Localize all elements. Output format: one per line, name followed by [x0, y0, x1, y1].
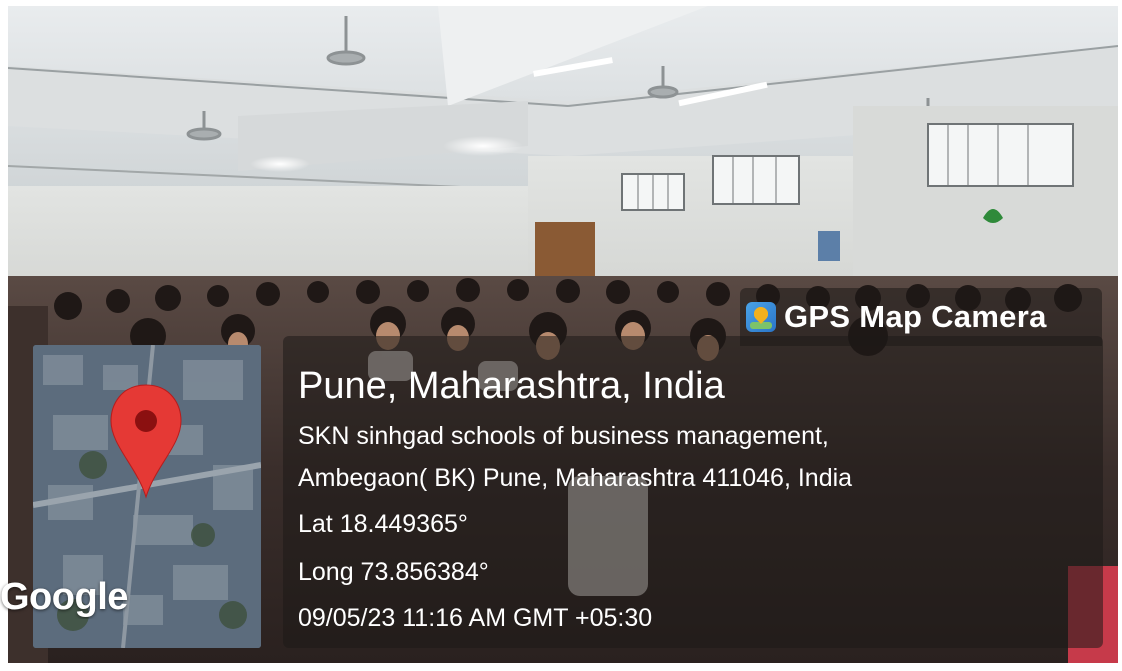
gps-map-camera-icon: [746, 302, 776, 332]
place-title: Pune, Maharashtra, India: [298, 365, 725, 407]
latitude: Lat 18.449365°: [298, 510, 468, 538]
address-line-2: Ambegaon( BK) Pune, Maharashtra 411046, …: [298, 464, 853, 492]
app-name: GPS Map Camera: [784, 299, 1047, 334]
address-line-1: SKN sinhgad schools of business manageme…: [298, 422, 829, 450]
longitude: Long 73.856384°: [298, 558, 489, 586]
timestamp: 09/05/23 11:16 AM GMT +05:30: [298, 604, 653, 632]
map-brand-logo: Google: [0, 576, 128, 618]
